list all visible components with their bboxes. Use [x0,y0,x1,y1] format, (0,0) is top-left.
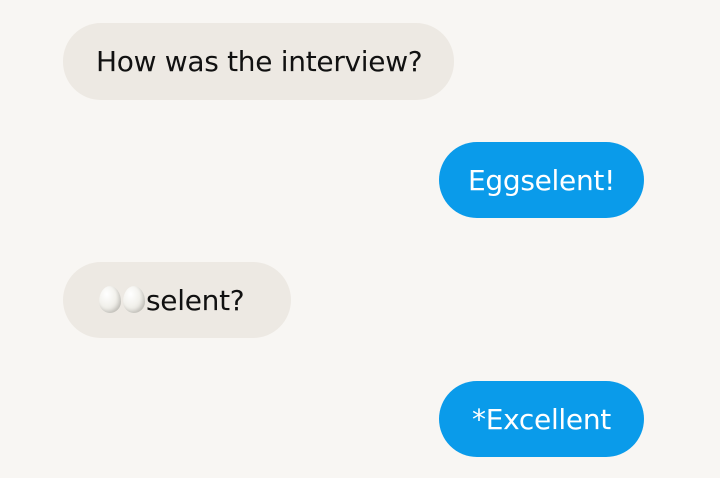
message-bubble-incoming[interactable]: selent? [63,262,291,338]
message-text: selent? [146,283,245,317]
egg-emoji-icon [123,285,145,313]
message-bubble-outgoing[interactable]: Eggselent! [439,142,644,218]
message-bubble-outgoing[interactable]: *Excellent [439,381,644,457]
message-bubble-incoming[interactable]: How was the interview? [63,23,454,100]
message-text: *Excellent [472,402,611,436]
message-text: Eggselent! [467,163,615,197]
message-text: How was the interview? [96,45,423,78]
egg-emoji-icon [99,285,121,313]
